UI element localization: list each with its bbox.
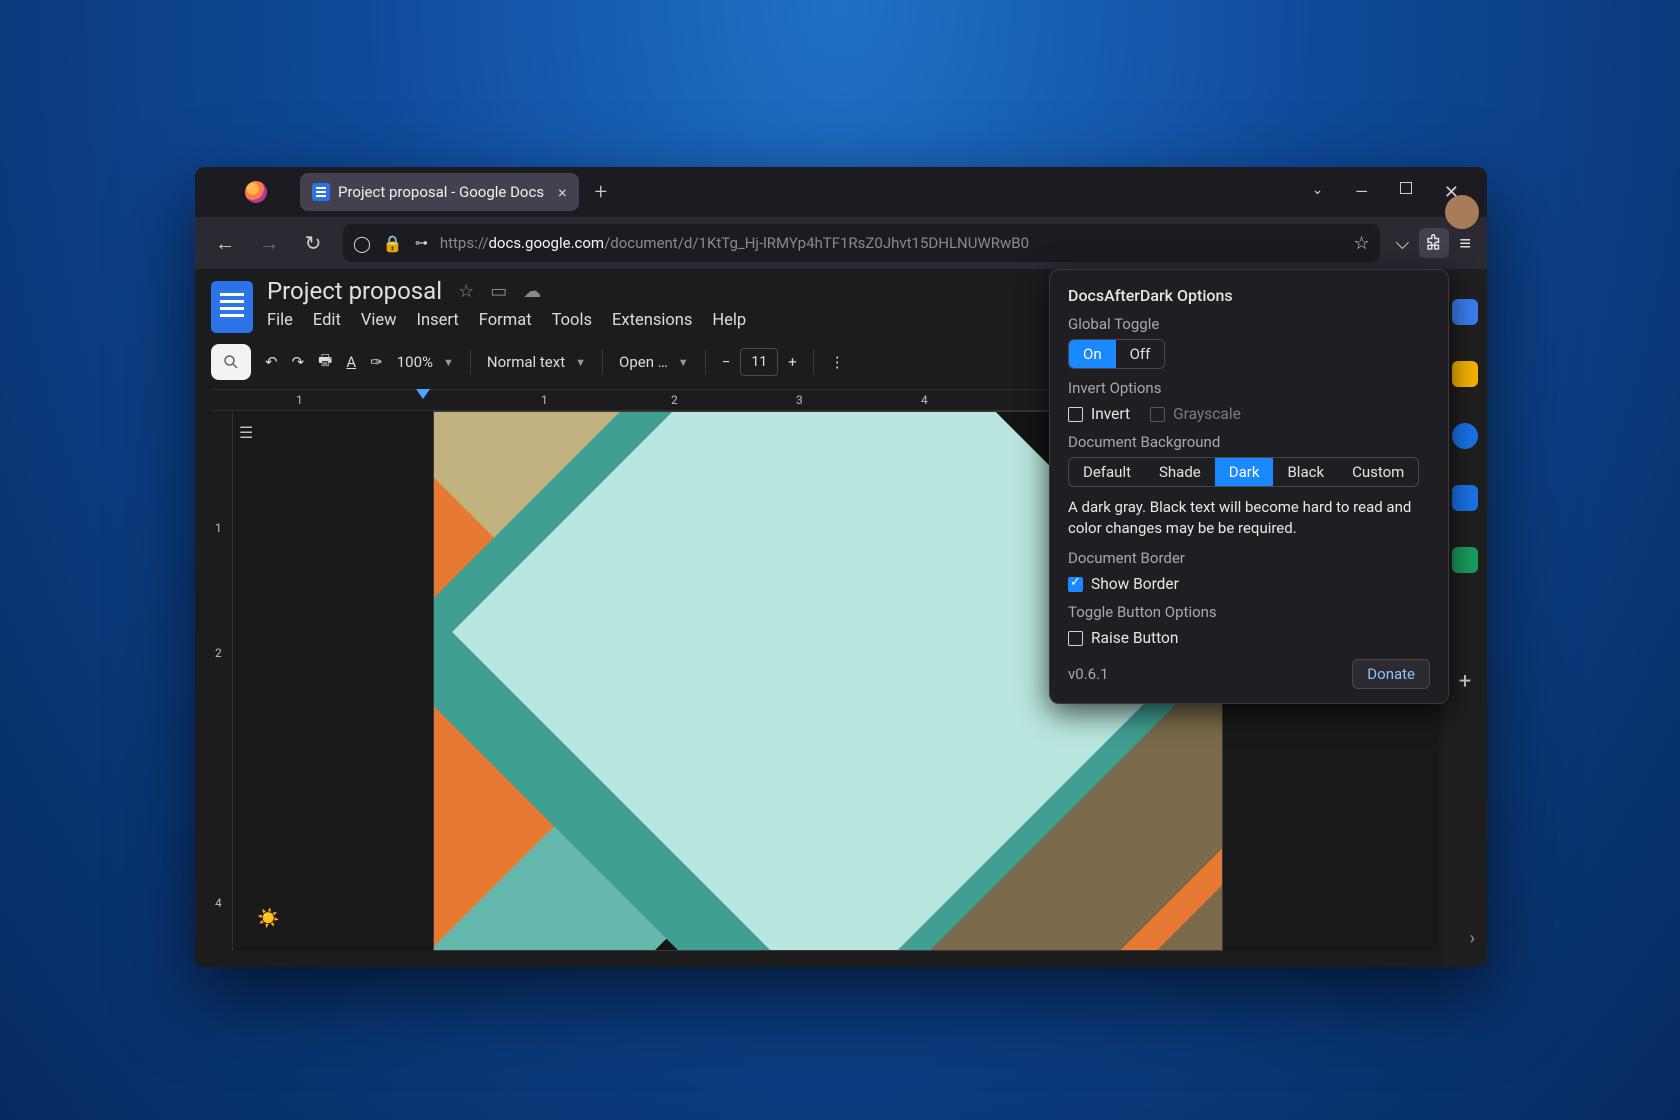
redo-button[interactable]: ↷ — [292, 353, 305, 371]
maximize-button[interactable] — [1400, 182, 1412, 194]
bg-option-dark[interactable]: Dark — [1215, 458, 1274, 486]
keep-icon[interactable] — [1452, 361, 1478, 387]
menubar: File Edit View Insert Format Tools Exten… — [267, 311, 746, 330]
maps-icon[interactable] — [1452, 547, 1478, 573]
cloud-status-icon[interactable]: ☁ — [523, 281, 541, 302]
global-toggle-segment: On Off — [1068, 339, 1165, 369]
invert-checkbox-row[interactable]: Invert — [1068, 405, 1130, 423]
document-title[interactable]: Project proposal — [267, 277, 442, 305]
show-border-checkbox[interactable] — [1068, 577, 1083, 592]
tabs-list-icon[interactable]: ⌄ — [1312, 182, 1324, 203]
menu-edit[interactable]: Edit — [313, 311, 341, 330]
titlebar: Project proposal - Google Docs × + ⌄ — ✕ — [195, 167, 1487, 217]
font-size-control: − + — [722, 348, 797, 376]
move-doc-icon[interactable]: ▭ — [490, 281, 507, 302]
bookmark-star-icon[interactable]: ☆ — [1354, 233, 1370, 254]
font-select[interactable]: Open …▼ — [619, 353, 689, 371]
grayscale-checkbox-row: Grayscale — [1150, 405, 1241, 423]
menu-extensions[interactable]: Extensions — [612, 311, 692, 330]
pocket-icon[interactable]: ⌵ — [1396, 233, 1410, 254]
zoom-select[interactable]: 100%▼ — [397, 353, 454, 371]
menu-view[interactable]: View — [361, 311, 397, 330]
docs-favicon-icon — [312, 183, 330, 201]
minimize-button[interactable]: — — [1355, 182, 1368, 203]
url-text: https://docs.google.com/document/d/1KtTg… — [440, 234, 1029, 252]
background-segment: DefaultShadeDarkBlackCustom — [1068, 457, 1419, 487]
menu-file[interactable]: File — [267, 311, 293, 330]
background-description: A dark gray. Black text will become hard… — [1068, 497, 1430, 539]
reload-button[interactable]: ↻ — [299, 231, 327, 255]
popup-title: DocsAfterDark Options — [1068, 286, 1430, 305]
bg-option-custom[interactable]: Custom — [1338, 458, 1418, 486]
spellcheck-button[interactable]: A — [346, 353, 356, 371]
app-menu-button[interactable]: ≡ — [1459, 231, 1471, 256]
grayscale-checkbox — [1150, 407, 1165, 422]
menu-insert[interactable]: Insert — [417, 311, 459, 330]
font-size-increase[interactable]: + — [788, 353, 797, 371]
menu-format[interactable]: Format — [479, 311, 532, 330]
menu-tools[interactable]: Tools — [552, 311, 592, 330]
lock-icon[interactable]: 🔒 — [383, 234, 403, 253]
raise-button-row[interactable]: Raise Button — [1068, 629, 1430, 647]
shield-icon[interactable]: ◯ — [353, 234, 371, 253]
donate-button[interactable]: Donate — [1352, 659, 1430, 689]
nav-back-button[interactable]: ← — [211, 231, 239, 256]
bg-option-shade[interactable]: Shade — [1145, 458, 1215, 486]
explore-button[interactable]: ☀️ — [257, 908, 279, 929]
paragraph-style-select[interactable]: Normal text▼ — [487, 353, 586, 371]
global-toggle-off[interactable]: Off — [1116, 340, 1165, 368]
new-tab-button[interactable]: + — [595, 180, 607, 205]
document-outline-icon[interactable]: ☰ — [239, 423, 253, 442]
menu-help[interactable]: Help — [712, 311, 746, 330]
indent-marker-icon[interactable] — [416, 389, 430, 399]
font-size-input[interactable] — [740, 348, 778, 376]
contacts-icon[interactable] — [1452, 485, 1478, 511]
permissions-icon[interactable]: ⊶ — [415, 236, 428, 251]
address-bar: ← → ↻ ◯ 🔒 ⊶ https://docs.google.com/docu… — [195, 217, 1487, 269]
paint-format-button[interactable]: ✑ — [370, 353, 383, 371]
show-border-row[interactable]: Show Border — [1068, 575, 1430, 593]
account-avatar[interactable] — [1445, 195, 1479, 229]
document-background-label: Document Background — [1068, 433, 1430, 451]
tab-close-icon[interactable]: × — [558, 183, 567, 202]
bg-option-default[interactable]: Default — [1069, 458, 1145, 486]
document-border-label: Document Border — [1068, 549, 1430, 567]
print-button[interactable]: 🖶 — [318, 350, 332, 375]
toolbar-overflow-icon[interactable]: ⋮ — [830, 353, 845, 371]
invert-checkbox[interactable] — [1068, 407, 1083, 422]
font-size-decrease[interactable]: − — [722, 353, 731, 371]
hide-side-panel-icon[interactable]: › — [1470, 928, 1475, 949]
docsafterdark-popup: DocsAfterDark Options Global Toggle On O… — [1049, 269, 1449, 704]
browser-tab[interactable]: Project proposal - Google Docs × — [300, 173, 579, 211]
raise-button-checkbox[interactable] — [1068, 631, 1083, 646]
tab-title: Project proposal - Google Docs — [338, 183, 544, 201]
tasks-icon[interactable] — [1452, 423, 1478, 449]
global-toggle-on[interactable]: On — [1069, 340, 1116, 368]
global-toggle-label: Global Toggle — [1068, 315, 1430, 333]
calendar-icon[interactable] — [1452, 299, 1478, 325]
get-addons-button[interactable]: + — [1459, 669, 1471, 694]
version-label: v0.6.1 — [1068, 665, 1108, 683]
browser-window: Project proposal - Google Docs × + ⌄ — ✕… — [195, 167, 1487, 967]
undo-button[interactable]: ↶ — [265, 353, 278, 371]
google-docs-app: Project proposal ☆ ▭ ☁ File Edit View In… — [195, 269, 1487, 967]
firefox-icon — [245, 181, 267, 203]
invert-options-label: Invert Options — [1068, 379, 1430, 397]
docs-logo-icon[interactable] — [211, 281, 253, 333]
search-menus-button[interactable] — [211, 344, 251, 380]
side-panel: + — [1443, 269, 1487, 967]
vertical-ruler[interactable]: 1 2 4 — [211, 411, 233, 951]
toggle-button-options-label: Toggle Button Options — [1068, 603, 1430, 621]
nav-forward-button[interactable]: → — [255, 231, 283, 256]
bg-option-black[interactable]: Black — [1273, 458, 1338, 486]
star-doc-icon[interactable]: ☆ — [458, 281, 474, 302]
document-title-row: Project proposal ☆ ▭ ☁ — [267, 277, 746, 305]
url-box[interactable]: ◯ 🔒 ⊶ https://docs.google.com/document/d… — [343, 224, 1380, 262]
extensions-button[interactable] — [1419, 228, 1449, 258]
